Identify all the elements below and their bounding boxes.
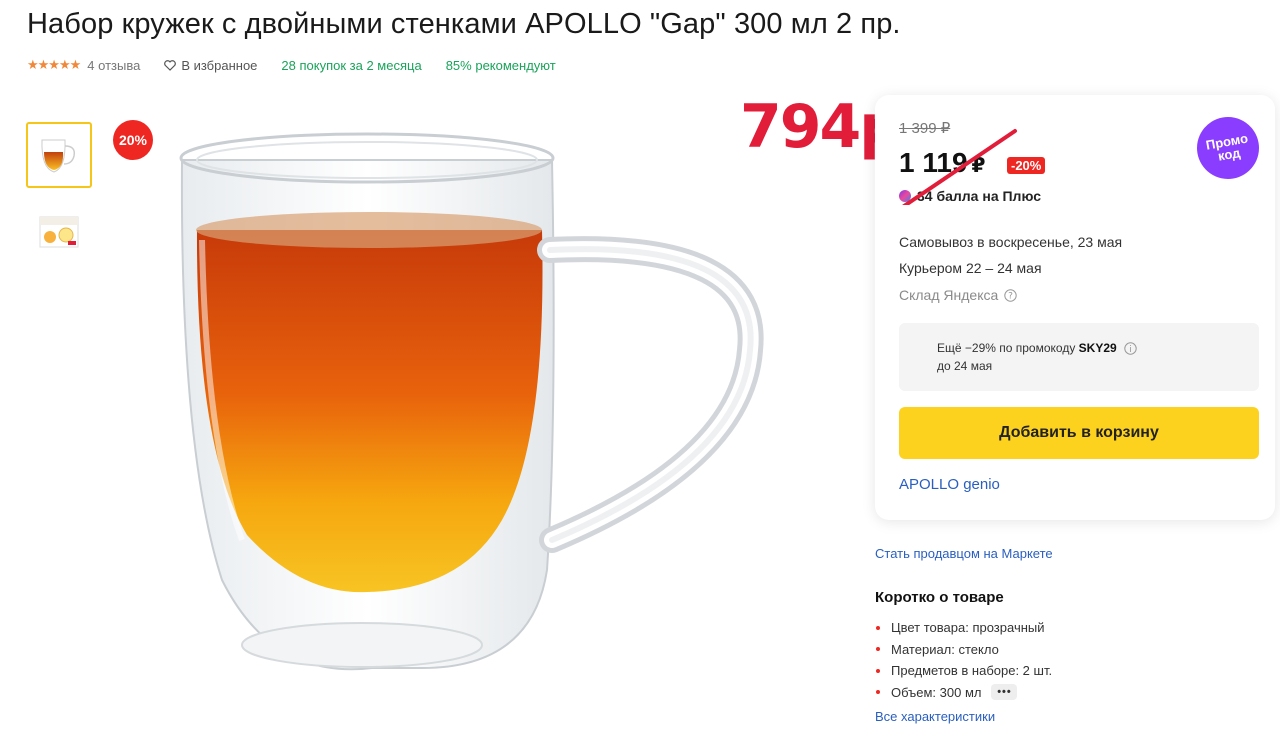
promo-code-sticker[interactable]: Промо код	[1192, 112, 1264, 184]
plus-points[interactable]: 34 балла на Плюс	[899, 188, 1041, 204]
svg-text:i: i	[1129, 345, 1132, 355]
old-price: 1 399 ₽	[899, 120, 951, 137]
bullet-icon	[876, 625, 880, 630]
promo-text: Ещё −29% по промокоду	[937, 341, 1079, 355]
thumbnail-box[interactable]	[26, 198, 92, 264]
thumbnail-mug[interactable]	[26, 122, 92, 188]
product-meta: ★★★★★ 4 отзыва В избранное 28 покупок за…	[27, 56, 556, 74]
spec-text: Предметов в наборе: 2 шт.	[891, 663, 1053, 679]
pickup-info: Самовывоз в воскресенье, 23 мая	[899, 234, 1123, 250]
all-specs-link[interactable]: Все характеристики	[875, 709, 995, 724]
spec-text: Цвет товара: прозрачный	[891, 620, 1045, 636]
spec-item: Объем: 300 мл •••	[875, 682, 1052, 704]
spec-item: Предметов в наборе: 2 шт.	[875, 660, 1052, 682]
add-to-cart-button[interactable]: Добавить в корзину	[899, 407, 1259, 459]
plus-icon	[899, 190, 911, 202]
promo-code[interactable]: SKY29	[1079, 341, 1117, 355]
short-info-title: Коротко о товаре	[875, 589, 1004, 606]
promo-code-box: Ещё −29% по промокоду SKY29 i до 24 мая	[899, 323, 1259, 391]
heart-icon	[164, 59, 177, 71]
courier-info: Курьером 22 – 24 мая	[899, 260, 1042, 276]
spec-item: Цвет товара: прозрачный	[875, 617, 1052, 639]
specs-list: Цвет товара: прозрачный Материал: стекло…	[875, 617, 1052, 703]
info-icon[interactable]: ?	[1004, 288, 1017, 302]
more-specs-button[interactable]: •••	[991, 684, 1018, 701]
bullet-icon	[876, 668, 880, 673]
discount-badge: 20%	[113, 120, 153, 160]
box-thumbnail-icon	[39, 216, 79, 248]
bullet-icon	[876, 690, 880, 695]
product-title: Набор кружек с двойными стенками APOLLO …	[27, 8, 901, 40]
warehouse-info: Склад Яндекса ?	[899, 287, 1017, 303]
promo-until: до 24 мая	[937, 359, 993, 373]
favorite-label: В избранное	[181, 57, 258, 73]
product-image-mug	[179, 132, 764, 671]
offer-card: 1 399 ₽ 1 119 ₽ -20% 34 балла на Плюс Пр…	[875, 95, 1275, 520]
rating-stars[interactable]: ★★★★★	[27, 57, 81, 73]
promo-sticker-line2: код	[1216, 145, 1242, 164]
spec-text: Материал: стекло	[891, 641, 999, 657]
reviews-link[interactable]: 4 отзыва	[87, 58, 140, 73]
current-price: 1 119 ₽	[899, 147, 985, 179]
bullet-icon	[876, 647, 880, 652]
become-seller-link[interactable]: Стать продавцом на Маркете	[875, 546, 1053, 561]
plus-points-label: 34 балла на Плюс	[917, 188, 1042, 204]
spec-item: Материал: стекло	[875, 639, 1052, 661]
recommend-rate: 85% рекомендуют	[445, 57, 556, 73]
warehouse-label: Склад Яндекса	[899, 287, 999, 303]
promo-info-icon[interactable]: i	[1124, 342, 1137, 355]
price-discount-tag: -20%	[1007, 157, 1046, 174]
favorite-button[interactable]: В избранное	[164, 58, 257, 73]
seller-link[interactable]: APOLLO genio	[899, 476, 1000, 493]
currency-sign: ₽	[971, 155, 986, 177]
svg-text:?: ?	[1008, 291, 1013, 301]
price-value: 1 119	[899, 147, 968, 178]
mug-thumbnail-icon	[41, 139, 76, 173]
spec-text: Объем: 300 мл	[891, 684, 982, 700]
purchases-count: 28 покупок за 2 месяца	[281, 57, 422, 73]
